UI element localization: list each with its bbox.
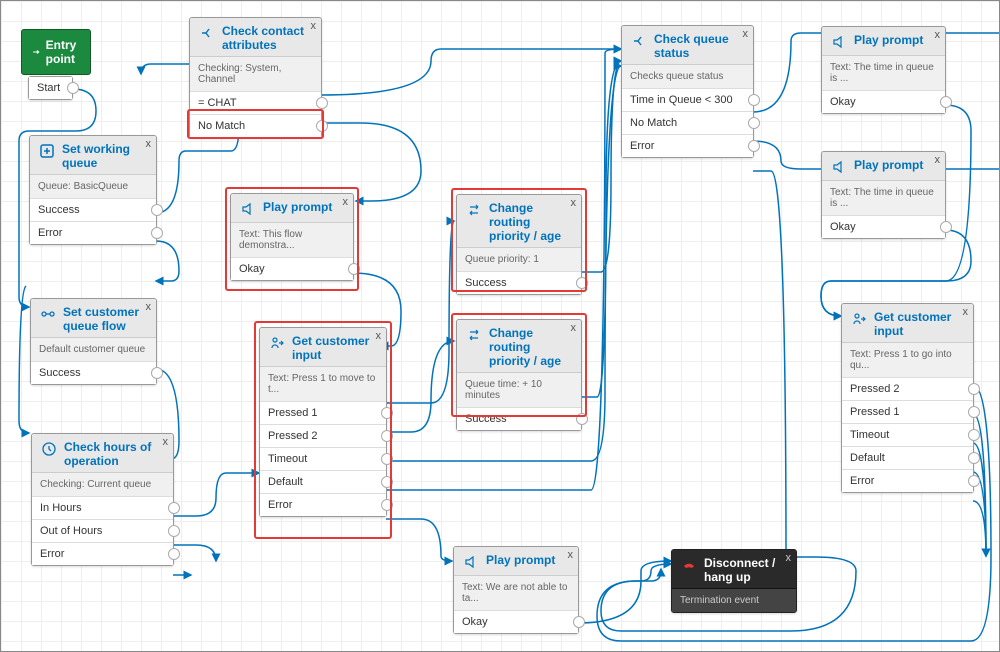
branch-no-match: No Match [190,114,321,137]
branch-success: Success [457,271,581,294]
entry-point[interactable]: Entry point [21,29,91,75]
close-icon[interactable]: x [571,322,577,334]
block-change-routing-age[interactable]: x Change routing priority / age Queue ti… [456,319,582,431]
branch-error: Error [260,493,386,516]
queue-icon [38,142,56,160]
speaker-icon [239,200,257,218]
block-play-prompt-q1[interactable]: x Play prompt Text: The time in queue is… [821,26,946,114]
block-check-queue-status[interactable]: x Check queue status Checks queue status… [621,25,754,158]
close-icon[interactable]: x [786,552,792,564]
branch-okay: Okay [454,610,578,633]
block-check-contact-attributes[interactable]: x Check contact attributes Checking: Sys… [189,17,322,138]
block-play-prompt-intro[interactable]: x Play prompt Text: This flow demonstra.… [230,193,354,281]
block-set-customer-queue-flow[interactable]: x Set customer queue flow Default custom… [30,298,157,385]
clock-icon [40,440,58,458]
close-icon[interactable]: x [935,29,941,41]
close-icon[interactable]: x [743,28,749,40]
block-disconnect[interactable]: x Disconnect / hang up Termination event [671,549,797,613]
port[interactable] [67,82,79,94]
speaker-icon [830,33,848,51]
close-icon[interactable]: x [311,20,317,32]
branch-error: Error [842,469,973,492]
branch-error: Error [32,542,173,565]
branch-okay: Okay [822,90,945,113]
close-icon[interactable]: x [146,138,152,150]
entry-start[interactable]: Start [28,76,73,100]
close-icon[interactable]: x [571,197,577,209]
branch-pressed-2: Pressed 2 [260,424,386,447]
block-play-prompt-q2[interactable]: x Play prompt Text: The time in queue is… [821,151,946,239]
close-icon[interactable]: x [568,549,574,561]
branch-chat: = CHAT [190,91,321,114]
branch-icon [198,24,216,42]
block-check-hours[interactable]: x Check hours of operation Checking: Cur… [31,433,174,566]
branch-default: Default [260,470,386,493]
entry-start-branch: Start [29,77,72,99]
branch-okay: Okay [231,257,353,280]
flow-icon [39,305,57,323]
close-icon[interactable]: x [935,154,941,166]
branch-pressed-1: Pressed 1 [260,401,386,424]
person-input-icon [850,310,868,328]
block-change-routing-priority[interactable]: x Change routing priority / age Queue pr… [456,194,582,295]
block-play-prompt-notable[interactable]: x Play prompt Text: We are not able to t… [453,546,579,634]
close-icon[interactable]: x [376,330,382,342]
branch-default: Default [842,446,973,469]
block-get-customer-input-1[interactable]: x Get customer input Text: Press 1 to mo… [259,327,387,517]
branch-pressed-1: Pressed 1 [842,400,973,423]
close-icon[interactable]: x [343,196,349,208]
branch-pressed-2: Pressed 2 [842,377,973,400]
entry-label: Entry point [46,38,80,66]
swap-icon [465,201,483,219]
close-icon[interactable]: x [146,301,152,313]
branch-success: Success [457,407,581,430]
branch-okay: Okay [822,215,945,238]
branch-error: Error [622,134,753,157]
close-icon[interactable]: x [963,306,969,318]
block-set-working-queue[interactable]: x Set working queue Queue: BasicQueue Su… [29,135,157,245]
branch-out-of-hours: Out of Hours [32,519,173,542]
speaker-icon [462,553,480,571]
branch-no-match: No Match [622,111,753,134]
branch-success: Success [30,198,156,221]
hangup-icon [680,556,698,574]
block-get-customer-input-2[interactable]: x Get customer input Text: Press 1 to go… [841,303,974,493]
swap-icon [465,326,483,344]
branch-time-lt-300: Time in Queue < 300 [622,88,753,111]
person-input-icon [268,334,286,352]
speaker-icon [830,158,848,176]
branch-success: Success [31,361,156,384]
branch-timeout: Timeout [260,447,386,470]
branch-in-hours: In Hours [32,496,173,519]
branch-timeout: Timeout [842,423,973,446]
branch-icon [630,32,648,50]
branch-error: Error [30,221,156,244]
close-icon[interactable]: x [163,436,169,448]
